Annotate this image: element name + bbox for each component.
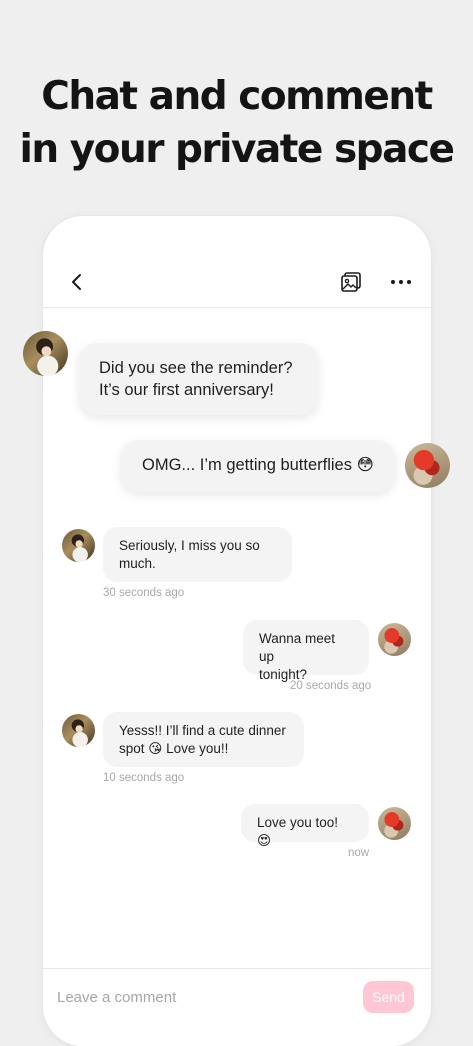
message-bubble: Did you see the reminder? It’s our first… [79,343,318,415]
message-bubble: Wanna meet up tonight? [243,620,369,682]
gallery-button[interactable] [337,268,365,296]
page-headline: Chat and comment in your private space [0,70,473,176]
headline-line-1: Chat and comment [41,74,433,119]
avatar [378,623,411,656]
avatar [378,807,411,840]
back-button[interactable] [63,268,91,296]
avatar [62,529,95,562]
comment-input[interactable] [57,981,347,1013]
comment-bar: Send [43,968,431,1046]
message-bubble: Yesss!! I’ll find a cute dinner spot 😘 L… [103,712,304,767]
avatar [405,443,450,488]
message-timestamp: 10 seconds ago [103,772,185,784]
headline-line-2: in your private space [19,127,455,172]
more-options-button[interactable] [387,268,415,296]
avatar [23,331,68,376]
message-bubble: OMG... I’m getting butterflies 😳 [121,440,395,492]
chevron-left-icon [72,274,81,290]
send-button[interactable]: Send [363,981,414,1013]
phone-frame: Send [43,216,431,1046]
message-timestamp: 30 seconds ago [103,587,185,599]
more-dots-icon [391,280,411,284]
image-gallery-icon [341,272,361,292]
chat-header [43,258,431,308]
message-bubble: Love you too! 😍 [241,804,369,848]
avatar [62,714,95,747]
message-bubble: Seriously, I miss you so much. [103,527,292,582]
message-timestamp: 20 seconds ago [290,680,372,692]
message-timestamp: now [348,847,370,859]
